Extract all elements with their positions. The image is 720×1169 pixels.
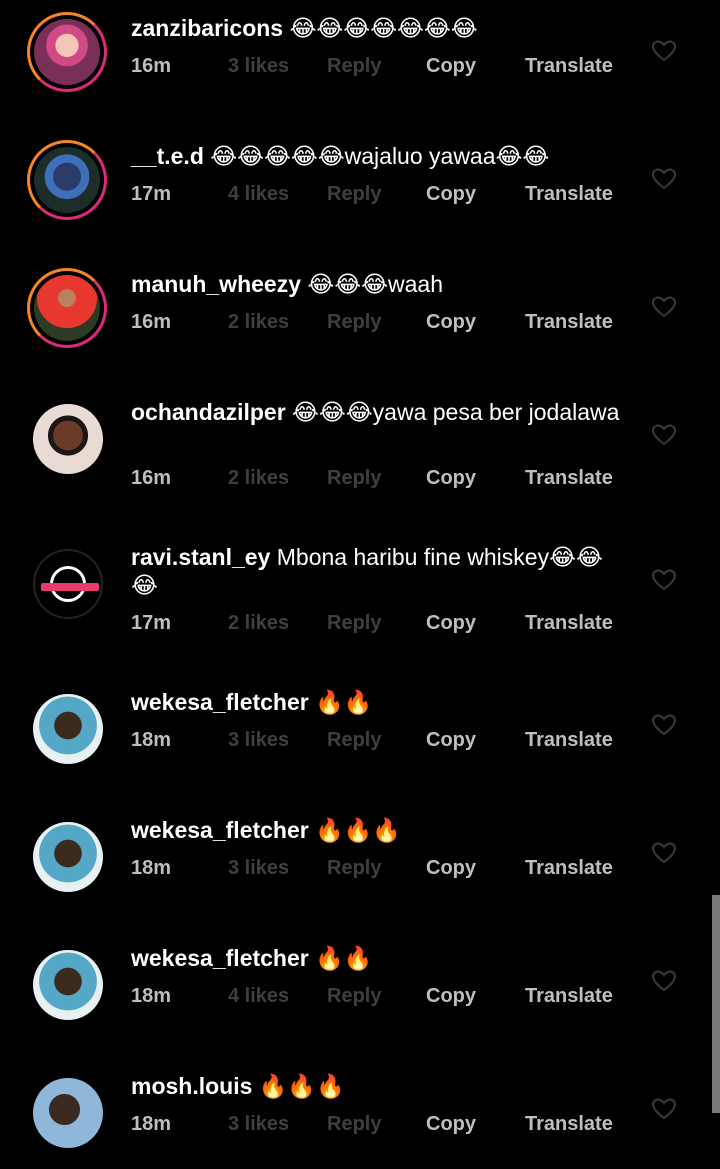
likes-count[interactable]: 3 likes <box>228 729 289 752</box>
comment-time: 17m <box>131 612 172 634</box>
copy-button[interactable]: Copy <box>426 1113 476 1136</box>
avatar[interactable] <box>33 404 103 474</box>
comment-text: 😂😂😂waah <box>307 271 443 297</box>
comment-time: 17m <box>131 183 172 205</box>
comment-username[interactable]: ravi.stanl_ey <box>131 544 270 570</box>
translate-button[interactable]: Translate <box>525 857 613 880</box>
likes-count[interactable]: 2 likes <box>228 311 289 334</box>
likes-count[interactable]: 3 likes <box>228 55 289 78</box>
comment-username[interactable]: manuh_wheezy <box>131 271 301 297</box>
copy-button[interactable]: Copy <box>426 55 476 78</box>
avatar[interactable] <box>33 549 103 619</box>
comment-username[interactable]: wekesa_fletcher <box>131 689 309 715</box>
translate-button[interactable]: Translate <box>525 612 613 635</box>
comment-username[interactable]: wekesa_fletcher <box>131 817 309 843</box>
avatar[interactable] <box>33 822 103 892</box>
translate-button[interactable]: Translate <box>525 467 613 490</box>
translate-button[interactable]: Translate <box>525 729 613 752</box>
comment-username[interactable]: __t.e.d <box>131 143 204 169</box>
copy-button[interactable]: Copy <box>426 183 476 206</box>
likes-count[interactable]: 2 likes <box>228 467 289 490</box>
comment-time: 18m <box>131 985 172 1007</box>
likes-count[interactable]: 3 likes <box>228 857 289 880</box>
avatar[interactable] <box>27 12 107 92</box>
heart-icon[interactable] <box>652 970 676 992</box>
translate-button[interactable]: Translate <box>525 183 613 206</box>
reply-button[interactable]: Reply <box>327 311 381 334</box>
reply-button[interactable]: Reply <box>327 857 381 880</box>
comment-time: 18m <box>131 1113 172 1135</box>
copy-button[interactable]: Copy <box>426 857 476 880</box>
reply-button[interactable]: Reply <box>327 55 381 78</box>
comment-time: 16m <box>131 311 172 333</box>
heart-icon[interactable] <box>652 714 676 736</box>
heart-icon[interactable] <box>652 842 676 864</box>
avatar[interactable] <box>27 140 107 220</box>
comment-text: 😂😂😂yawa pesa ber jodalawa <box>292 399 620 425</box>
comment-text: 😂😂😂😂😂wajaluo yawaa😂😂 <box>210 143 550 169</box>
comment-text: 🔥🔥🔥 <box>315 817 402 843</box>
heart-icon[interactable] <box>652 40 676 62</box>
heart-icon[interactable] <box>652 424 676 446</box>
likes-count[interactable]: 4 likes <box>228 985 289 1008</box>
copy-button[interactable]: Copy <box>426 985 476 1008</box>
comment-text: 😂😂😂😂😂😂😂 <box>289 15 478 41</box>
comment-time: 18m <box>131 729 172 751</box>
translate-button[interactable]: Translate <box>525 985 613 1008</box>
avatar[interactable] <box>27 268 107 348</box>
translate-button[interactable]: Translate <box>525 55 613 78</box>
heart-icon[interactable] <box>652 1098 676 1120</box>
reply-button[interactable]: Reply <box>327 467 381 490</box>
copy-button[interactable]: Copy <box>426 467 476 490</box>
comment-username[interactable]: wekesa_fletcher <box>131 945 309 971</box>
comment-text: 🔥🔥 <box>315 945 373 971</box>
comment-time: 18m <box>131 857 172 879</box>
comment-text: 🔥🔥 <box>315 689 373 715</box>
comment-text: 🔥🔥🔥 <box>258 1073 345 1099</box>
comment-username[interactable]: zanzibaricons <box>131 15 283 41</box>
scrollbar[interactable] <box>712 895 720 1113</box>
reply-button[interactable]: Reply <box>327 729 381 752</box>
comment-time: 16m <box>131 55 172 77</box>
avatar[interactable] <box>33 950 103 1020</box>
heart-icon[interactable] <box>652 168 676 190</box>
heart-icon[interactable] <box>652 569 676 591</box>
likes-count[interactable]: 3 likes <box>228 1113 289 1136</box>
reply-button[interactable]: Reply <box>327 612 381 635</box>
heart-icon[interactable] <box>652 296 676 318</box>
copy-button[interactable]: Copy <box>426 612 476 635</box>
avatar[interactable] <box>33 694 103 764</box>
comment-username[interactable]: mosh.louis <box>131 1073 252 1099</box>
likes-count[interactable]: 2 likes <box>228 612 289 635</box>
translate-button[interactable]: Translate <box>525 311 613 334</box>
comment-username[interactable]: ochandazilper <box>131 399 286 425</box>
reply-button[interactable]: Reply <box>327 985 381 1008</box>
comment-time: 16m <box>131 467 172 489</box>
reply-button[interactable]: Reply <box>327 1113 381 1136</box>
translate-button[interactable]: Translate <box>525 1113 613 1136</box>
copy-button[interactable]: Copy <box>426 311 476 334</box>
likes-count[interactable]: 4 likes <box>228 183 289 206</box>
avatar[interactable] <box>33 1078 103 1148</box>
reply-button[interactable]: Reply <box>327 183 381 206</box>
copy-button[interactable]: Copy <box>426 729 476 752</box>
